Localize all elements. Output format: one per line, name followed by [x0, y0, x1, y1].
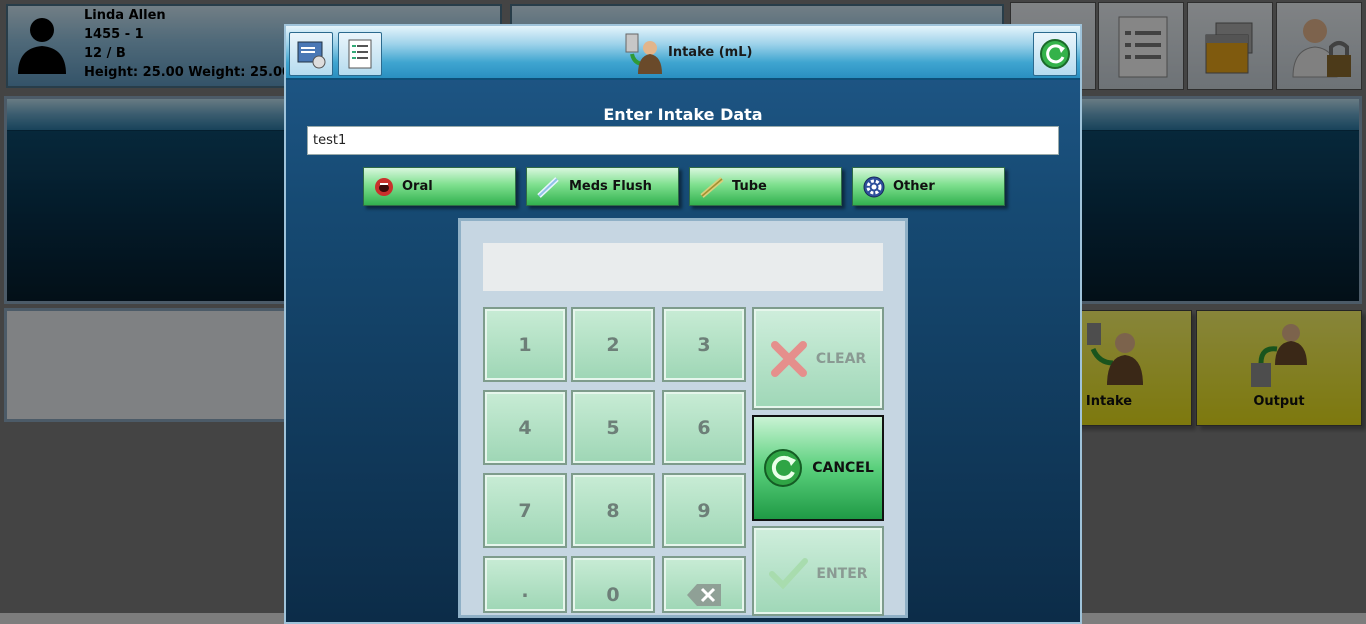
- key-8[interactable]: 8: [571, 473, 655, 548]
- report-icon: [348, 39, 372, 69]
- enter-button[interactable]: ENTER: [752, 526, 884, 616]
- syringe-icon: [537, 176, 559, 198]
- key-2[interactable]: 2: [571, 307, 655, 382]
- key-6[interactable]: 6: [662, 390, 746, 465]
- key-1[interactable]: 1: [483, 307, 567, 382]
- backspace-key[interactable]: [662, 556, 746, 613]
- tube-icon: [700, 176, 724, 198]
- key-decimal[interactable]: .: [483, 556, 567, 613]
- key-0[interactable]: 0: [571, 556, 655, 613]
- tube-button-label: Tube: [732, 179, 767, 194]
- refresh-icon: [764, 449, 803, 487]
- backspace-icon: [687, 584, 721, 606]
- key-3[interactable]: 3: [662, 307, 746, 382]
- other-button[interactable]: Other: [852, 167, 1005, 206]
- list-view-icon: [297, 41, 326, 69]
- intake-header-icon: [625, 33, 662, 74]
- clear-x-icon: [770, 340, 807, 377]
- dialog-title: Intake (mL): [668, 45, 753, 60]
- cancel-button[interactable]: CANCEL: [752, 415, 884, 521]
- dialog-report-button[interactable]: [338, 32, 382, 76]
- dialog-refresh-button[interactable]: [1033, 32, 1077, 76]
- intake-description-input[interactable]: test1: [307, 126, 1059, 155]
- cancel-button-label: CANCEL: [812, 460, 874, 476]
- key-5[interactable]: 5: [571, 390, 655, 465]
- oral-button[interactable]: Oral: [363, 167, 516, 206]
- meds-flush-button-label: Meds Flush: [569, 179, 652, 194]
- mouth-icon: [375, 177, 393, 196]
- clear-button-label: CLEAR: [815, 350, 867, 367]
- enter-button-label: ENTER: [816, 566, 868, 582]
- key-7[interactable]: 7: [483, 473, 567, 548]
- refresh-icon: [1040, 39, 1070, 69]
- dialog-list-view-button[interactable]: [289, 32, 333, 76]
- key-4[interactable]: 4: [483, 390, 567, 465]
- meds-flush-button[interactable]: Meds Flush: [526, 167, 679, 206]
- gear-icon: [863, 176, 885, 197]
- keypad-display: [483, 243, 883, 291]
- key-9[interactable]: 9: [662, 473, 746, 548]
- tube-button[interactable]: Tube: [689, 167, 842, 206]
- clear-button[interactable]: CLEAR: [752, 307, 884, 410]
- oral-button-label: Oral: [402, 179, 433, 194]
- checkmark-icon: [769, 558, 809, 590]
- enter-intake-heading: Enter Intake Data: [603, 105, 763, 124]
- other-button-label: Other: [893, 179, 935, 194]
